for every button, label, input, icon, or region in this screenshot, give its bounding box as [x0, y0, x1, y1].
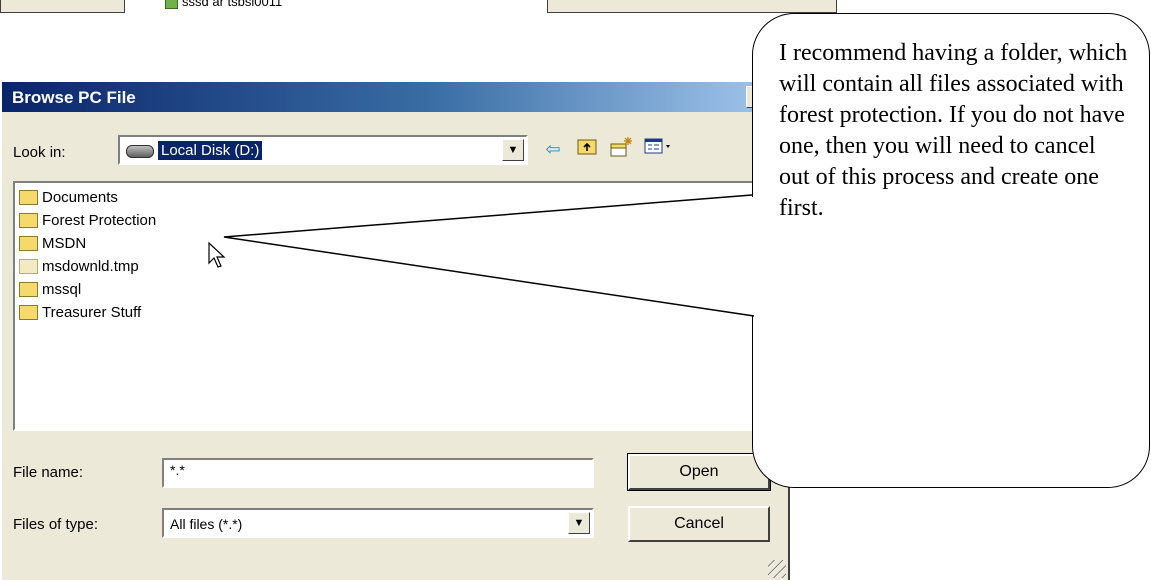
open-button[interactable]: Open	[627, 453, 771, 491]
look-in-label: Look in:	[13, 144, 66, 161]
callout-bubble: I recommend having a folder, which will …	[752, 13, 1150, 488]
drive-icon	[126, 145, 154, 158]
folder-icon	[19, 281, 38, 297]
folder-icon	[19, 304, 38, 320]
list-item[interactable]: MSDN	[19, 235, 86, 257]
cropped-label: sssd ar tsbsl0011	[165, 0, 282, 9]
resize-grip[interactable]	[768, 560, 786, 578]
list-item[interactable]: Forest Protection	[19, 212, 156, 234]
folder-icon	[19, 189, 38, 205]
file-name-label: File name:	[13, 464, 84, 481]
callout-text: I recommend having a folder, which will …	[779, 40, 1128, 221]
files-of-type-value: All files (*.*)	[170, 516, 243, 532]
list-item[interactable]: Treasurer Stuff	[19, 304, 141, 326]
mouse-cursor-icon	[208, 241, 226, 268]
back-arrow-icon[interactable]: ⇦	[540, 136, 566, 162]
cropped-button-left	[0, 0, 125, 13]
look-in-value: Local Disk (D:)	[156, 140, 264, 161]
files-of-type-label: Files of type:	[13, 516, 99, 533]
list-item[interactable]: msdownld.tmp	[19, 258, 139, 280]
folder-icon	[19, 212, 38, 228]
folder-icon	[19, 235, 38, 251]
title-bar[interactable]: Browse PC File ?	[2, 82, 788, 112]
file-list[interactable]: Documents Forest Protection MSDN msdownl…	[13, 181, 787, 431]
file-name-input[interactable]: *.*	[162, 458, 594, 488]
browse-dialog: Browse PC File ? Look in: Local Disk (D:…	[0, 80, 790, 580]
folder-icon	[19, 258, 38, 274]
new-folder-icon[interactable]	[608, 136, 634, 162]
chevron-down-icon[interactable]: ▼	[568, 512, 590, 534]
view-menu-icon[interactable]	[642, 136, 678, 162]
list-item[interactable]: mssql	[19, 281, 81, 303]
look-in-dropdown[interactable]: Local Disk (D:) ▼	[118, 135, 528, 165]
document-icon	[165, 0, 178, 9]
cancel-button[interactable]: Cancel	[628, 506, 770, 542]
up-folder-icon[interactable]	[574, 136, 600, 162]
list-item[interactable]: Documents	[19, 189, 118, 211]
dialog-title: Browse PC File	[12, 88, 136, 107]
chevron-down-icon[interactable]: ▼	[502, 139, 524, 161]
cropped-button-right	[547, 0, 837, 13]
files-of-type-select[interactable]: All files (*.*) ▼	[162, 508, 594, 538]
